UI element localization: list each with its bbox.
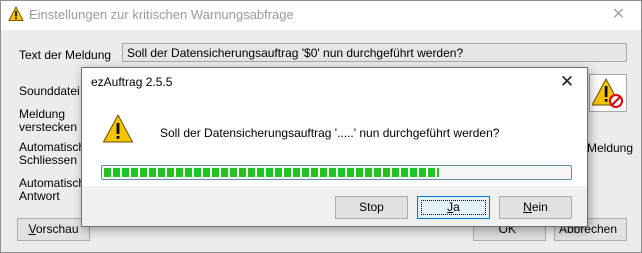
dialog-titlebar[interactable]: ezAuftrag 2.5.5 ✕ — [82, 68, 587, 96]
message-text-field[interactable]: Soll der Datensicherungsauftrag '$0' nun… — [122, 43, 627, 62]
sound-preview-button[interactable] — [589, 74, 627, 112]
dialog-body: Soll der Datensicherungsauftrag '.....' … — [82, 96, 587, 186]
settings-title: Einstellungen zur kritischen Warnungsabf… — [29, 7, 294, 22]
label-hide-message: Meldung verstecken — [19, 108, 77, 134]
label-message-text: Text der Meldung — [19, 48, 112, 62]
preview-button[interactable]: Vorschau — [17, 218, 90, 241]
yes-button[interactable]: Ja — [417, 196, 490, 219]
warning-icon — [8, 5, 24, 25]
label-sound-file: Sounddatei — [19, 84, 80, 98]
right-option-label: Meldung — [587, 141, 634, 155]
no-sound-icon — [591, 77, 624, 112]
dialog-message: Soll der Datensicherungsauftrag '.....' … — [160, 126, 500, 140]
label-hide-message-line2: verstecken — [19, 120, 78, 134]
no-button[interactable]: Nein — [499, 196, 572, 219]
dialog-title: ezAuftrag 2.5.5 — [91, 75, 173, 89]
warning-icon — [102, 113, 134, 148]
dialog-close-button[interactable]: ✕ — [547, 68, 587, 96]
settings-titlebar: Einstellungen zur kritischen Warnungsabf… — [1, 1, 641, 30]
stop-button[interactable]: Stop — [335, 196, 408, 219]
focus-ring — [421, 200, 486, 215]
settings-close-button[interactable]: ✕ — [596, 1, 641, 30]
confirmation-dialog: ezAuftrag 2.5.5 ✕ Soll der Datensicherun… — [81, 67, 588, 227]
progress-fill — [104, 168, 439, 177]
progress-bar — [101, 165, 572, 180]
dialog-footer: Stop Ja Nein — [82, 186, 587, 226]
